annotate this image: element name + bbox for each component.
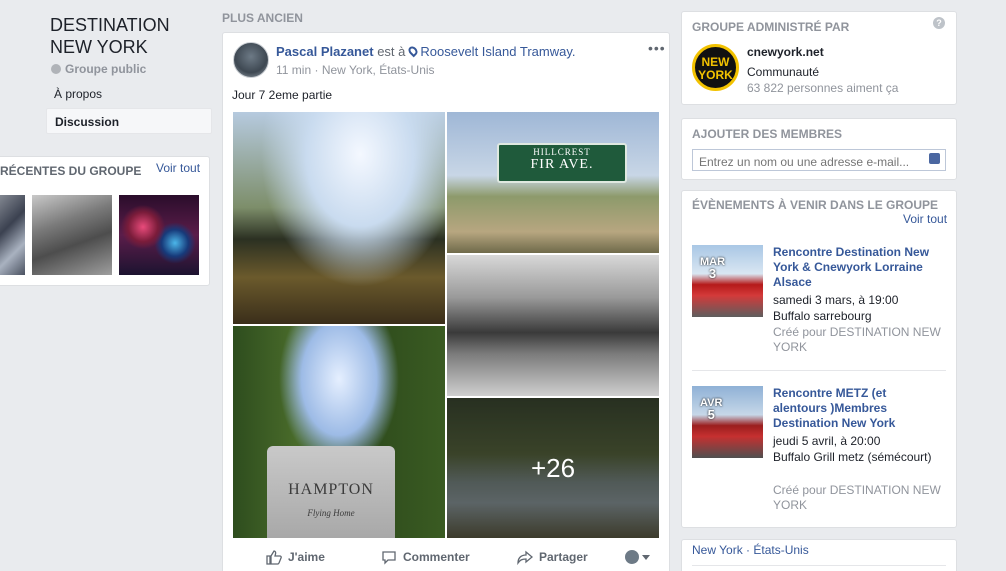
admin-panel-title: GROUPE ADMINISTRÉ PAR	[692, 20, 850, 34]
add-members-input[interactable]	[692, 149, 946, 171]
contacts-icon[interactable]	[929, 153, 940, 164]
like-button[interactable]: J'aime	[266, 549, 325, 565]
post-author-link[interactable]: Pascal Plazanet	[276, 44, 374, 59]
post-at-label: est à	[377, 44, 406, 59]
recent-see-all-link[interactable]: Voir tout	[156, 161, 200, 175]
post-text: Jour 7 2eme partie	[232, 88, 333, 102]
sign-bottom-text: FIR AVE.	[530, 157, 594, 172]
event-day: 3	[708, 266, 717, 281]
event-date-badge: MAR 3	[700, 256, 725, 280]
nav-about[interactable]: À propos	[54, 87, 102, 101]
event-venue[interactable]: Buffalo sarrebourg	[773, 309, 943, 324]
logo-text-line2: YORK	[698, 68, 733, 82]
share-label: Partager	[539, 550, 588, 564]
admin-page-name[interactable]: cnewyork.net	[747, 45, 824, 59]
event-venue[interactable]: Buffalo Grill metz (sémécourt)	[773, 450, 943, 465]
thumbs-up-icon	[266, 549, 282, 565]
help-icon[interactable]: ?	[933, 17, 945, 29]
divider	[692, 565, 946, 566]
recent-photo-thumb[interactable]	[119, 195, 199, 275]
logo-text-line1: NEW	[701, 55, 730, 69]
post-photo[interactable]	[447, 255, 659, 396]
feed-section-label: PLUS ANCIEN	[222, 11, 303, 25]
post-header: Pascal Plazanet est à Roosevelt Island Tr…	[276, 44, 575, 59]
group-title[interactable]: DESTINATION NEW YORK	[50, 14, 210, 58]
post-time[interactable]: 11 min	[276, 63, 311, 77]
meta-separator: ·	[314, 63, 322, 77]
gravestone-name: HAMPTON	[288, 481, 374, 498]
events-title: ÉVÈNEMENTS À VENIR DANS LE GROUPE	[692, 198, 939, 212]
event-title-link[interactable]: Rencontre Destination New York & Cnewyor…	[773, 245, 943, 290]
location-pin-icon	[407, 44, 420, 58]
like-label: J'aime	[288, 550, 325, 564]
globe-icon	[51, 64, 61, 74]
group-location-link[interactable]: New York · États-Unis	[692, 543, 809, 557]
event-created-for: Créé pour DESTINATION NEW YORK	[773, 483, 941, 512]
author-avatar[interactable]	[233, 42, 269, 78]
recent-photo-thumb[interactable]	[32, 195, 112, 275]
group-privacy-label: Groupe public	[65, 62, 147, 76]
event-title-link[interactable]: Rencontre METZ (et alentours )Membres De…	[773, 386, 943, 431]
recent-photo-thumb[interactable]	[0, 195, 25, 275]
admin-page-type: Communauté	[747, 65, 820, 79]
sign-top-text: HILLCREST	[533, 147, 591, 157]
post-actions: J'aime Commenter Partager	[222, 546, 670, 568]
event-created-for: Créé pour DESTINATION NEW YORK	[773, 325, 941, 354]
events-panel	[681, 190, 957, 528]
post-photo[interactable]	[233, 112, 445, 324]
chevron-down-icon	[642, 554, 650, 560]
admin-page-likes: 63 822 personnes aiment ça	[747, 81, 899, 95]
event-datetime: samedi 3 mars, à 19:00	[773, 293, 899, 307]
post-location[interactable]: New York, États-Unis	[322, 63, 435, 77]
comment-icon	[382, 550, 396, 565]
post-meta: 11 min · New York, États-Unis	[276, 63, 435, 77]
more-photos-overlay[interactable]: +26	[447, 398, 659, 538]
share-arrow-icon	[517, 550, 533, 565]
street-sign: HILLCREST FIR AVE.	[497, 143, 627, 183]
gravestone-subtext: Flying Home	[307, 508, 355, 518]
comment-label: Commenter	[403, 550, 470, 564]
post-place-link[interactable]: Roosevelt Island Tramway.	[420, 44, 575, 59]
event-datetime: jeudi 5 avril, à 20:00	[773, 434, 881, 448]
events-see-all-link[interactable]: Voir tout	[903, 212, 947, 226]
share-button[interactable]: Partager	[517, 550, 588, 565]
event-date-badge: AVR 5	[700, 397, 722, 421]
post-as-selector[interactable]	[625, 550, 650, 564]
event-day: 5	[707, 407, 715, 422]
group-privacy: Groupe public	[51, 62, 146, 76]
divider	[692, 370, 946, 371]
comment-button[interactable]: Commenter	[381, 550, 470, 565]
admin-page-logo[interactable]: NEW YORK	[692, 44, 739, 91]
user-avatar-icon	[625, 550, 639, 564]
add-members-title: AJOUTER DES MEMBRES	[692, 127, 843, 141]
post-options-icon[interactable]: •••	[648, 40, 666, 56]
nav-discussion[interactable]: Discussion	[46, 108, 212, 134]
recent-photos-title: RÉCENTES DU GROUPE	[0, 164, 142, 178]
